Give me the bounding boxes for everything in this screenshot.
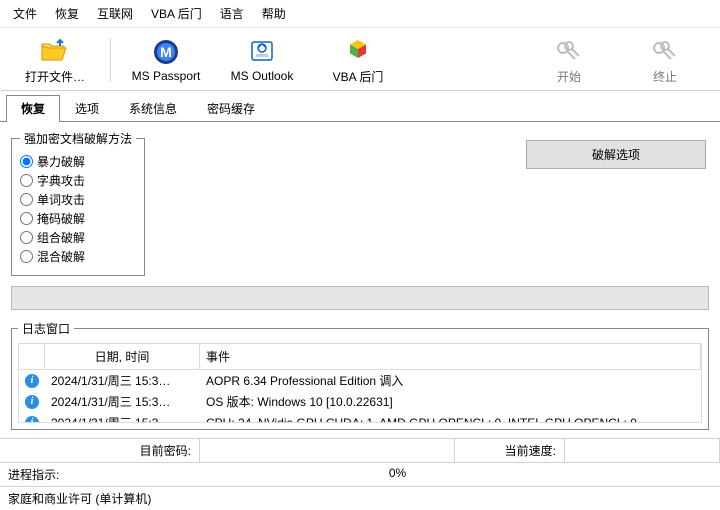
open-file-button[interactable]: 打开文件… (8, 32, 102, 88)
info-icon: i (25, 374, 39, 388)
stop-button[interactable]: 终止 (618, 32, 712, 88)
log-row[interactable]: i 2024/1/31/周三 15:3…AOPR 6.34 Professiona… (19, 370, 701, 391)
ms-outlook-label: MS Outlook (231, 69, 294, 83)
attack-radio-word[interactable] (20, 193, 33, 206)
attack-option-combo[interactable]: 组合破解 (20, 229, 136, 246)
current-pwd-value (200, 439, 455, 462)
log-header: 日期, 时间 事件 (19, 344, 701, 370)
attack-group-title: 强加密文档破解方法 (20, 130, 136, 147)
open-folder-icon (40, 36, 70, 66)
log-title: 日志窗口 (18, 320, 74, 337)
attack-label-brute: 暴力破解 (37, 153, 85, 170)
menu-language[interactable]: 语言 (211, 2, 253, 25)
menubar: 文件 恢复 互联网 VBA 后门 语言 帮助 (0, 0, 720, 28)
status-row: 目前密码: 当前速度: (0, 438, 720, 462)
attack-radio-combo[interactable] (20, 231, 33, 244)
log-cell-event: AOPR 6.34 Professional Edition 调入 (200, 370, 701, 391)
menu-recover[interactable]: 恢复 (46, 2, 88, 25)
attack-radio-mask[interactable] (20, 212, 33, 225)
attack-label-mask: 掩码破解 (37, 210, 85, 227)
ms-outlook-button[interactable]: MS Outlook (215, 32, 309, 88)
tab-options[interactable]: 选项 (60, 95, 114, 121)
tab-panel-recover: 强加密文档破解方法 暴力破解 字典攻击 单词攻击 掩码破解 组合破解 混合破解 … (0, 122, 720, 438)
current-pwd-label: 目前密码: (0, 439, 200, 462)
attack-option-mask[interactable]: 掩码破解 (20, 210, 136, 227)
attack-option-dict[interactable]: 字典攻击 (20, 172, 136, 189)
vba-backdoor-button[interactable]: VBA 后门 (311, 32, 405, 88)
open-file-label: 打开文件… (25, 68, 85, 85)
vba-label: VBA 后门 (333, 68, 384, 85)
progress-bar-bottom: 0% (75, 463, 720, 486)
attack-option-brute[interactable]: 暴力破解 (20, 153, 136, 170)
attack-radio-dict[interactable] (20, 174, 33, 187)
start-button[interactable]: 开始 (522, 32, 616, 88)
ms-passport-button[interactable]: M MS Passport (119, 32, 213, 88)
tab-sysinfo[interactable]: 系统信息 (114, 95, 192, 121)
info-icon: i (25, 416, 39, 424)
ms-passport-label: MS Passport (132, 69, 201, 83)
attack-label-combo: 组合破解 (37, 229, 85, 246)
tab-pwdcache[interactable]: 密码缓存 (192, 95, 270, 121)
tabbar: 恢复 选项 系统信息 密码缓存 (0, 91, 720, 122)
stop-label: 终止 (653, 68, 677, 85)
log-row[interactable]: i 2024/1/31/周三 15:3…CPU: 24, NVidia GPU C… (19, 412, 701, 423)
toolbar: 打开文件… M MS Passport MS Outlook VBA 后门 开始 (0, 28, 720, 91)
log-cell-date: 2024/1/31/周三 15:3… (45, 412, 200, 423)
log-cell-date: 2024/1/31/周三 15:3… (45, 370, 200, 391)
attack-option-word[interactable]: 单词攻击 (20, 191, 136, 208)
current-speed-label: 当前速度: (455, 439, 565, 462)
toolbar-separator (110, 38, 111, 82)
log-col-event[interactable]: 事件 (200, 344, 701, 369)
log-table[interactable]: 日期, 时间 事件 i2024/1/31/周三 15:3…AOPR 6.34 P… (18, 343, 702, 423)
menu-vba[interactable]: VBA 后门 (142, 2, 211, 25)
info-icon: i (25, 395, 39, 409)
start-keys-icon (554, 36, 584, 66)
log-row[interactable]: i 2024/1/31/周三 15:3…OS 版本: Windows 10 [10… (19, 391, 701, 412)
attack-label-word: 单词攻击 (37, 191, 85, 208)
tab-recover[interactable]: 恢复 (6, 95, 60, 122)
attack-option-hybrid[interactable]: 混合破解 (20, 248, 136, 265)
vba-icon (344, 36, 372, 66)
progress-row: 进程指示: 0% (0, 462, 720, 486)
log-col-date[interactable]: 日期, 时间 (45, 344, 200, 369)
current-speed-value (565, 439, 720, 462)
log-cell-event: OS 版本: Windows 10 [10.0.22631] (200, 391, 701, 412)
log-cell-event: CPU: 24, NVidia GPU CUDA: 1, AMD GPU OPE… (200, 414, 701, 424)
menu-file[interactable]: 文件 (4, 2, 46, 25)
attack-label-hybrid: 混合破解 (37, 248, 85, 265)
start-label: 开始 (557, 68, 581, 85)
passport-icon: M (152, 37, 180, 67)
progress-label: 进程指示: (0, 463, 75, 486)
svg-text:M: M (160, 44, 172, 60)
progress-text: 0% (75, 466, 720, 480)
attack-radio-brute[interactable] (20, 155, 33, 168)
attack-options-button[interactable]: 破解选项 (526, 140, 706, 169)
log-group: 日志窗口 日期, 时间 事件 i2024/1/31/周三 15:3…AOPR 6… (11, 320, 709, 430)
log-cell-date: 2024/1/31/周三 15:3… (45, 391, 200, 412)
menu-internet[interactable]: 互联网 (88, 2, 142, 25)
footer-license: 家庭和商业许可 (单计算机) (0, 486, 720, 510)
outlook-icon (248, 37, 276, 67)
stop-keys-icon (650, 36, 680, 66)
attack-radio-hybrid[interactable] (20, 250, 33, 263)
main-progress-bar (11, 286, 709, 310)
menu-help[interactable]: 帮助 (253, 2, 295, 25)
attack-method-group: 强加密文档破解方法 暴力破解 字典攻击 单词攻击 掩码破解 组合破解 混合破解 (11, 130, 145, 276)
attack-label-dict: 字典攻击 (37, 172, 85, 189)
